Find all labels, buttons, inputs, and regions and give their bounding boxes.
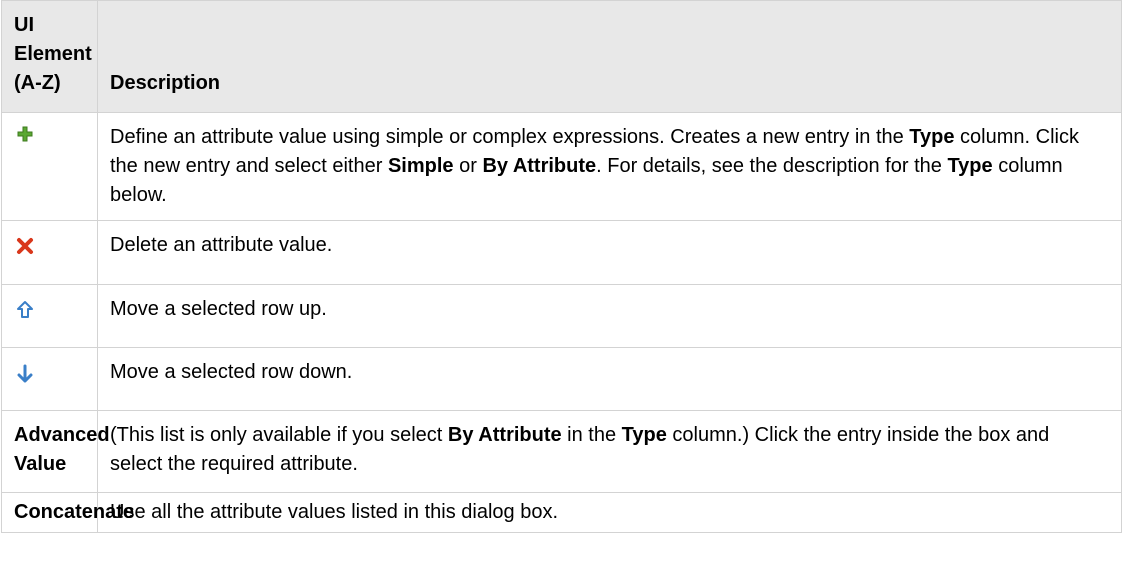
description-cell: Move a selected row down. — [97, 347, 1122, 411]
description-cell: (This list is only available if you sele… — [97, 410, 1122, 493]
element-label: Advanced Value — [1, 410, 110, 493]
table-row: Concatenate Use all the attribute values… — [1, 492, 1122, 533]
element-cell — [1, 284, 98, 348]
description-cell: Use all the attribute values listed in t… — [97, 492, 1122, 533]
table-row: Move a selected row up. — [1, 284, 1122, 348]
table-header-row: UI Element (A-Z) Description — [1, 0, 1122, 113]
element-cell — [1, 347, 98, 411]
delete-x-icon — [17, 238, 33, 254]
description-cell: Define an attribute value using simple o… — [97, 112, 1122, 221]
add-plus-icon — [17, 126, 33, 142]
element-cell — [1, 220, 98, 285]
header-ui-element: UI Element (A-Z) — [1, 0, 98, 113]
element-label: Concatenate — [1, 492, 134, 533]
table-row: Delete an attribute value. — [1, 220, 1122, 285]
element-cell — [1, 112, 98, 221]
table-row: Move a selected row down. — [1, 347, 1122, 411]
table-row: Advanced Value (This list is only availa… — [1, 410, 1122, 493]
ui-elements-table: UI Element (A-Z) Description Define an a… — [1, 0, 1122, 533]
description-cell: Delete an attribute value. — [97, 220, 1122, 285]
move-up-arrow-icon — [17, 301, 33, 318]
description-cell: Move a selected row up. — [97, 284, 1122, 348]
move-down-arrow-icon — [17, 364, 33, 383]
header-description: Description — [97, 0, 1122, 113]
table-row: Define an attribute value using simple o… — [1, 112, 1122, 221]
